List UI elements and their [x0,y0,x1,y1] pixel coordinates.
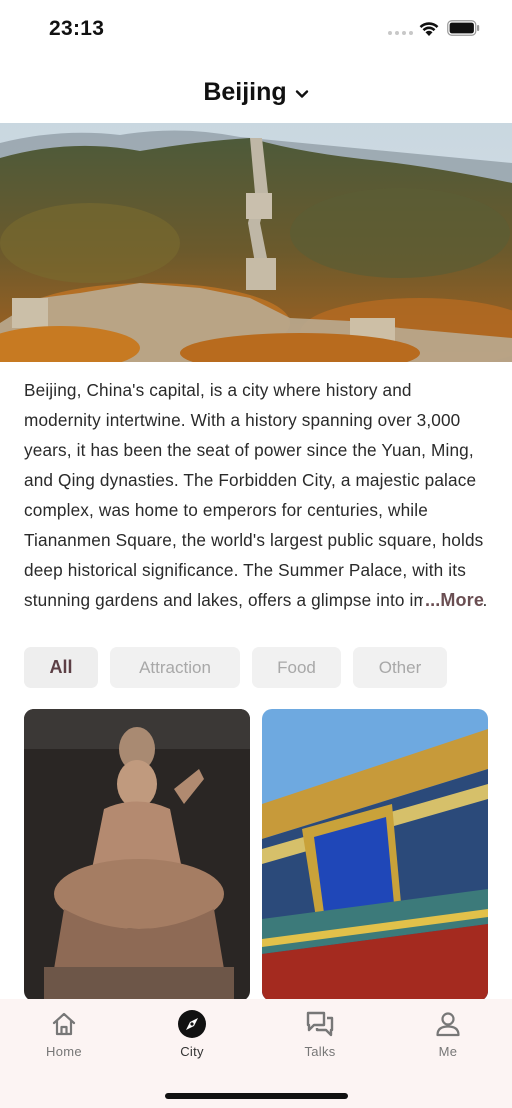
category-filters: All Attraction Food Other [24,647,447,688]
city-selector[interactable]: Beijing [0,70,512,114]
filter-food[interactable]: Food [252,647,341,688]
tab-city-label: City [180,1044,204,1059]
tab-me-label: Me [438,1044,458,1059]
chevron-down-icon [295,89,308,98]
city-description: Beijing, China's capital, is a city wher… [24,375,494,615]
palace-gate-image [262,709,488,1001]
filter-attraction[interactable]: Attraction [110,647,240,688]
description-text: Beijing, China's capital, is a city wher… [24,380,484,610]
tab-talks-label: Talks [304,1044,336,1059]
filter-other[interactable]: Other [353,647,447,688]
chat-icon [306,1011,334,1037]
cellular-signal-icon [388,31,413,35]
statue-image [24,709,250,1001]
status-time: 23:13 [49,17,105,40]
city-title: Beijing [203,77,287,106]
home-indicator [165,1093,348,1099]
compass-icon [178,1010,206,1038]
place-card[interactable] [24,709,250,1001]
tab-city[interactable]: City [142,1009,242,1059]
battery-icon [447,20,480,36]
tab-me[interactable]: Me [398,1009,498,1059]
wifi-icon [419,22,439,36]
bottom-tab-bar: Home City Talks Me [0,999,512,1108]
place-card[interactable] [262,709,488,1001]
tab-home-label: Home [46,1044,82,1059]
home-icon [52,1012,76,1036]
place-cards [24,709,488,1001]
more-link[interactable]: ...More [422,585,484,615]
tab-talks[interactable]: Talks [270,1009,370,1059]
status-bar: 23:13 [0,0,512,56]
filter-all[interactable]: All [24,647,98,688]
tab-home[interactable]: Home [14,1009,114,1059]
person-icon [436,1012,460,1037]
hero-image-great-wall [0,123,512,362]
